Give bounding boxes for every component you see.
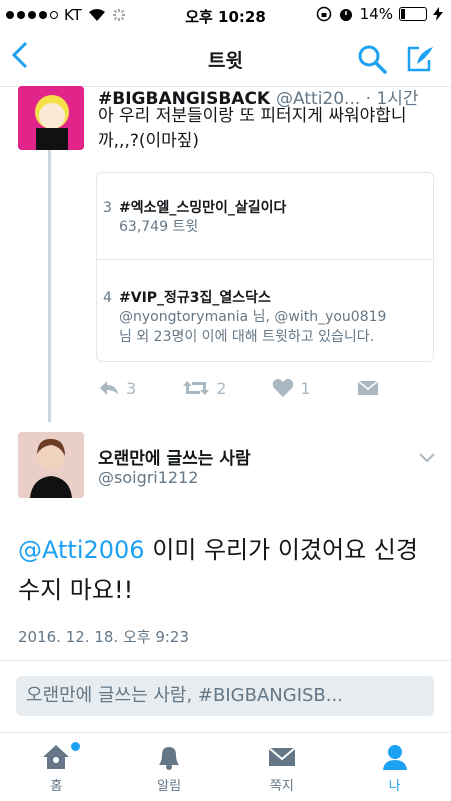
trends-card[interactable]: 3 #엑소엘_스밍만이_살길이다 63,749 트윗 4 #VIP_정규3집_열스닥… [96, 172, 434, 362]
status-bar: KT 오후 10:28 14% [0, 0, 451, 30]
tweet-text: 아 우리 저분들이랑 또 피터지게 싸워야합니까,,,?(이마짚) [98, 106, 407, 151]
trend-rank: 4 [103, 290, 112, 306]
tweet-timestamp: 2016. 12. 18. 오후 9:23 [18, 628, 190, 646]
tweet-actions: 3 2 1 [98, 378, 438, 398]
trend-rank: 3 [103, 200, 112, 216]
person-icon [382, 745, 407, 770]
home-icon [43, 745, 70, 769]
tab-label: 알림 [157, 779, 182, 794]
like-count: 1 [300, 378, 311, 398]
divider [0, 660, 451, 661]
alarm-icon [339, 9, 352, 21]
bell-icon [159, 747, 180, 770]
tab-label: 나 [388, 779, 401, 794]
trend-tag: #VIP_정규3집_열스닥스 [119, 290, 271, 306]
tweet-menu-button[interactable] [419, 448, 435, 467]
search-button[interactable] [357, 44, 387, 78]
search-icon [358, 45, 387, 74]
retweet-button[interactable]: 2 [182, 379, 226, 398]
like-button[interactable]: 1 [272, 378, 311, 398]
tab-label: 쪽지 [269, 779, 294, 794]
trend-users: @nyongtorymania 님, @with_you0819 [119, 309, 387, 325]
retweet-count: 2 [216, 378, 227, 398]
tab-home[interactable]: 홈 [0, 733, 113, 801]
tweet-text: @Atti2006 이미 우리가 이겼어요 신경수지 마요!! [18, 530, 428, 610]
mention-link[interactable]: @Atti2006 [18, 536, 145, 564]
tweet-author-handle[interactable]: @soigri1212 [98, 468, 198, 487]
reply-count: 3 [126, 378, 137, 398]
envelope-icon [357, 380, 379, 395]
divider [97, 259, 433, 260]
avatar[interactable] [18, 432, 84, 498]
reply-button[interactable]: 3 [98, 379, 136, 398]
reply-input[interactable]: 오랜만에 글쓰는 사람, #BIGBANGISB... [16, 676, 434, 716]
tab-me[interactable]: 나 [338, 733, 451, 801]
envelope-icon [268, 747, 296, 766]
tab-bar: 홈 알림 쪽지 나 [0, 732, 451, 801]
notification-dot [70, 741, 81, 752]
compose-button[interactable] [405, 44, 435, 78]
battery-percent: 14% [359, 5, 393, 23]
heart-icon [273, 378, 294, 397]
compose-icon [407, 46, 433, 72]
trend-tag: #엑소엘_스밍만이_살길이다 [119, 200, 287, 216]
charging-icon [433, 7, 443, 21]
trend-item[interactable]: 4 #VIP_정규3집_열스닥스 @nyongtorymania 님, @with… [103, 287, 386, 347]
tweet-author-name[interactable]: 오랜만에 글쓰는 사람 [98, 444, 251, 469]
rotation-lock-icon [316, 6, 331, 22]
tab-messages[interactable]: 쪽지 [226, 733, 339, 801]
tab-notifications[interactable]: 알림 [113, 733, 226, 801]
battery-icon [399, 7, 427, 21]
thread-line [48, 150, 51, 422]
chevron-down-icon [419, 453, 435, 463]
trend-count: 63,749 트윗 [119, 219, 199, 235]
reply-icon [100, 381, 118, 395]
nav-bar: 트윗 [0, 30, 451, 87]
avatar[interactable] [18, 86, 84, 150]
dm-button[interactable] [357, 379, 379, 397]
trend-item[interactable]: 3 #엑소엘_스밍만이_살길이다 63,749 트윗 [103, 197, 286, 237]
tab-label: 홈 [50, 779, 63, 794]
trend-summary: 님 외 23명이 이에 대해 트윗하고 있습니다. [119, 329, 375, 345]
retweet-icon [183, 381, 210, 395]
